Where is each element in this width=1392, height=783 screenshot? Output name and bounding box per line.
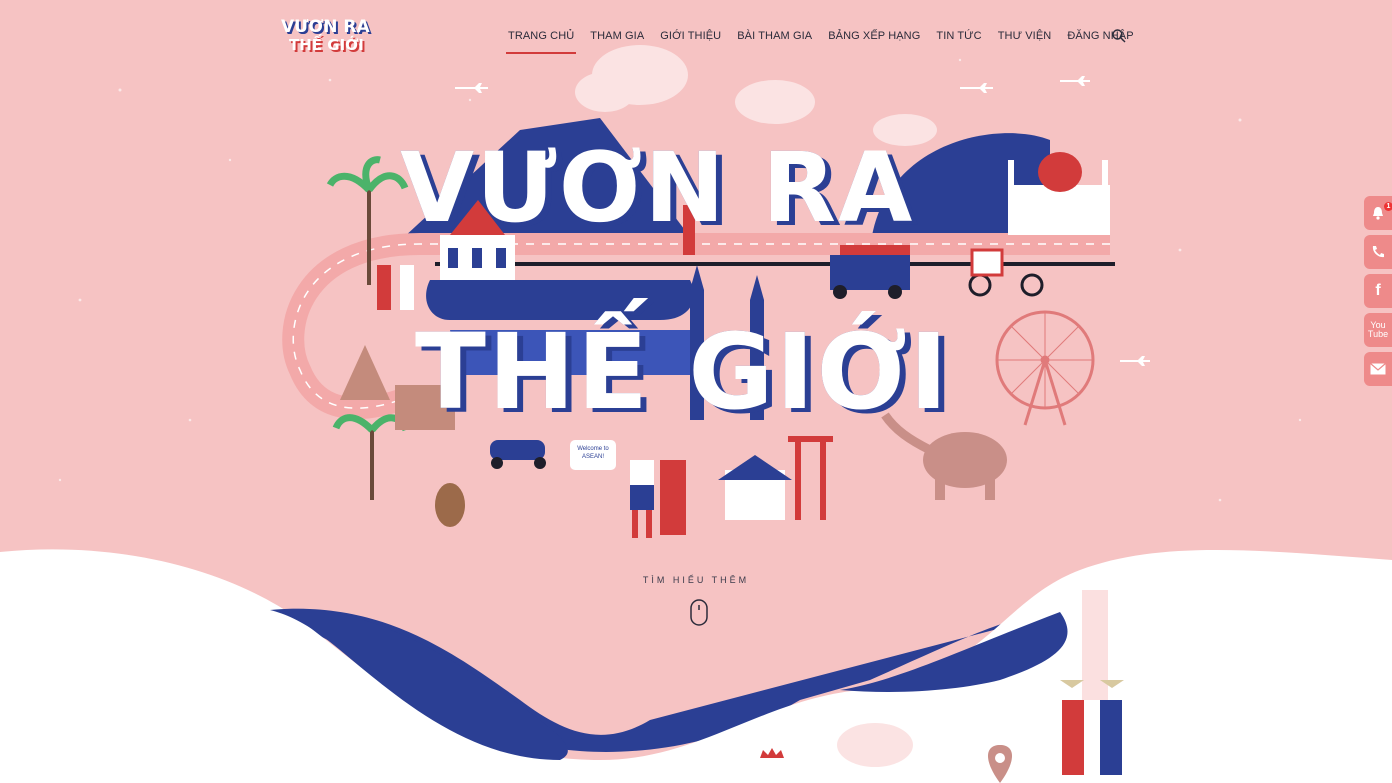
facebook-icon[interactable]: f — [1364, 274, 1392, 308]
notification-badge: 1 — [1384, 202, 1392, 211]
scroll-mouse-icon[interactable] — [690, 599, 708, 626]
youtube-icon[interactable]: You Tube — [1364, 313, 1392, 347]
phone-glyph — [1372, 246, 1384, 258]
nav-item-library[interactable]: THƯ VIỆN — [990, 28, 1060, 50]
logo-line2: THẾ GIỚI — [289, 36, 364, 54]
nav-item-about[interactable]: GIỚI THIỆU — [652, 28, 729, 50]
facebook-label: f — [1375, 282, 1381, 299]
site-logo[interactable]: VƯƠN RA THẾ GIỚI — [275, 18, 380, 60]
nav-item-join[interactable]: THAM GIA — [582, 28, 652, 50]
main-nav: TRANG CHỦ THAM GIA GIỚI THIỆU BÀI THAM G… — [500, 28, 1142, 54]
phone-icon[interactable] — [1364, 235, 1392, 269]
mail-icon[interactable] — [1364, 352, 1392, 386]
monkey-figure — [435, 483, 465, 527]
bell-icon[interactable]: 1 — [1364, 196, 1392, 230]
learn-more-link[interactable]: TÌM HIỂU THÊM — [0, 575, 1392, 585]
youtube-label: You Tube — [1367, 320, 1389, 339]
nav-item-home[interactable]: TRANG CHỦ — [500, 28, 582, 54]
logo-line1: VƯƠN RA — [281, 17, 370, 37]
hero-title-line2: THẾ GIỚI — [415, 311, 950, 433]
page: VƯƠN RA THẾ GIỚI Welcome to ASEAN! VƯƠN … — [0, 0, 1392, 783]
nav-item-entries[interactable]: BÀI THAM GIA — [729, 28, 820, 50]
search-icon[interactable] — [1111, 28, 1127, 44]
nav-item-news[interactable]: TIN TỨC — [928, 28, 989, 50]
nav-item-login[interactable]: ĐĂNG NHẬP — [1059, 28, 1141, 50]
mail-glyph — [1370, 363, 1386, 375]
nav-item-leaderboard[interactable]: BẢNG XẾP HẠNG — [820, 28, 928, 50]
hero-title-line1: VƯƠN RA — [400, 132, 915, 244]
cloud-icon — [837, 723, 913, 767]
welcome-sign-text: Welcome to ASEAN! — [577, 446, 609, 460]
social-sidebar: 1 f You Tube — [1364, 196, 1392, 391]
